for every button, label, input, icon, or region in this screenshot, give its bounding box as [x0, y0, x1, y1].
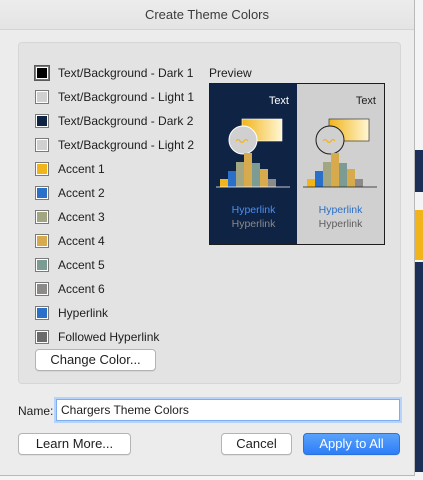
color-swatch[interactable]	[35, 114, 49, 128]
create-theme-colors-dialog: Create Theme Colors Text/Background - Da…	[0, 0, 415, 476]
background-strip	[415, 262, 423, 472]
preview-dark-half: Text Hyperlink Hyperlink	[210, 84, 297, 244]
preview-hyperlink-light: Hyperlink	[318, 204, 363, 216]
color-row-label: Followed Hyperlink	[58, 330, 160, 344]
color-swatch[interactable]	[35, 138, 49, 152]
color-row[interactable]: Accent 3	[35, 205, 194, 229]
learn-more-button[interactable]: Learn More...	[18, 433, 131, 455]
name-label: Name:	[18, 404, 54, 418]
preview-hyperlink-dark: Hyperlink	[231, 204, 276, 216]
color-row[interactable]: Accent 5	[35, 253, 194, 277]
color-row[interactable]: Hyperlink	[35, 301, 194, 325]
color-row[interactable]: Followed Hyperlink	[35, 325, 194, 349]
background-strip	[415, 150, 423, 192]
preview-followed-hyperlink-dark: Hyperlink	[231, 218, 276, 230]
color-row-label: Text/Background - Dark 2	[58, 114, 194, 128]
color-swatch[interactable]	[35, 282, 49, 296]
color-row-label: Hyperlink	[58, 306, 109, 320]
dialog-title: Create Theme Colors	[0, 0, 414, 30]
color-row-label: Accent 1	[58, 162, 105, 176]
color-row[interactable]: Accent 2	[35, 181, 194, 205]
preview-chart-dark	[216, 118, 290, 188]
change-color-button[interactable]: Change Color...	[35, 349, 156, 371]
color-swatch[interactable]	[35, 330, 49, 344]
preview-bars-dark	[220, 153, 276, 187]
cancel-button[interactable]: Cancel	[221, 433, 292, 455]
theme-color-list: Text/Background - Dark 1 Text/Background …	[34, 61, 194, 349]
color-row-label: Accent 2	[58, 186, 105, 200]
color-row-label: Accent 5	[58, 258, 105, 272]
color-row[interactable]: Accent 4	[35, 229, 194, 253]
color-row[interactable]: Accent 1	[35, 157, 194, 181]
preview-label: Preview	[209, 66, 252, 80]
preview-followed-hyperlink-light: Hyperlink	[318, 218, 363, 230]
color-swatch[interactable]	[35, 234, 49, 248]
preview-bars-light	[307, 153, 363, 187]
background-strip	[415, 210, 423, 260]
preview-chart-light	[303, 118, 377, 188]
color-row[interactable]: Text/Background - Light 1	[35, 85, 194, 109]
color-row-label: Accent 4	[58, 234, 105, 248]
color-row[interactable]: Text/Background - Light 2	[35, 133, 194, 157]
color-row-label: Accent 3	[58, 210, 105, 224]
apply-to-all-button[interactable]: Apply to All	[303, 433, 400, 455]
color-swatch[interactable]	[35, 210, 49, 224]
color-row-label: Text/Background - Light 2	[58, 138, 195, 152]
color-swatch[interactable]	[34, 65, 50, 81]
color-swatch[interactable]	[35, 186, 49, 200]
color-swatch[interactable]	[35, 306, 49, 320]
color-row-label: Text/Background - Dark 1	[58, 66, 194, 80]
color-swatch[interactable]	[35, 90, 49, 104]
theme-name-input[interactable]	[56, 399, 400, 421]
color-swatch[interactable]	[35, 258, 49, 272]
color-row[interactable]: Accent 6	[35, 277, 194, 301]
color-row-label: Text/Background - Light 1	[58, 90, 195, 104]
color-row[interactable]: Text/Background - Dark 1	[34, 61, 194, 85]
preview-pane: Text Hyperlink Hyperlink Text Hyperlink …	[209, 83, 385, 245]
settings-panel: Text/Background - Dark 1 Text/Background …	[18, 42, 401, 384]
preview-light-half: Text Hyperlink Hyperlink	[297, 84, 384, 244]
color-swatch[interactable]	[35, 162, 49, 176]
color-row[interactable]: Text/Background - Dark 2	[35, 109, 194, 133]
color-row-label: Accent 6	[58, 282, 105, 296]
